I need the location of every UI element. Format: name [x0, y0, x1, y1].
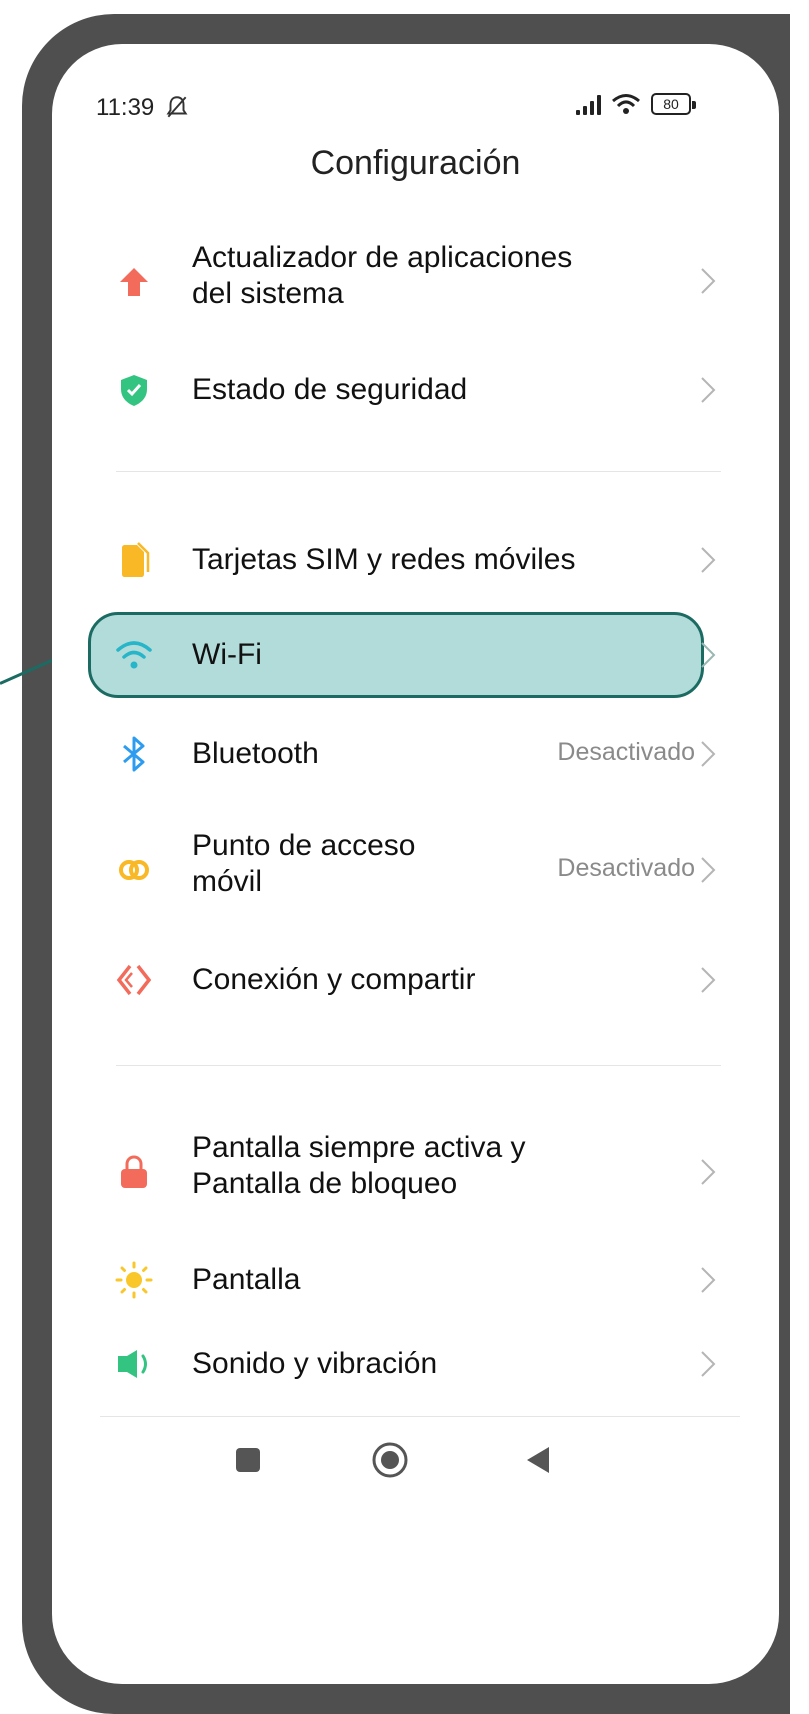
chevron-right-icon: [701, 642, 716, 668]
arrow-up-icon: [114, 262, 154, 302]
section-divider: [116, 471, 721, 472]
wifi-status-icon: [612, 94, 640, 114]
back-button[interactable]: [518, 1440, 558, 1480]
frame-edge: [790, 14, 809, 1714]
settings-item-label: Pantalla siempre activa y Pantalla de bl…: [192, 1131, 526, 1200]
chevron-right-icon: [701, 1267, 716, 1293]
settings-item-connection-sharing[interactable]: Conexión y compartir: [52, 950, 779, 1010]
settings-item-display[interactable]: Pantalla: [52, 1250, 779, 1310]
chevron-right-icon: [701, 741, 716, 767]
settings-item-label: Actualizador de aplicaciones del sistema: [192, 241, 573, 310]
settings-item-bluetooth[interactable]: Bluetooth Desactivado: [52, 724, 779, 784]
settings-item-label: Estado de seguridad: [192, 373, 468, 406]
status-icons: 80: [576, 92, 696, 116]
settings-item-label: Tarjetas SIM y redes móviles: [192, 543, 576, 576]
settings-item-sim-cards[interactable]: Tarjetas SIM y redes móviles: [52, 530, 779, 590]
settings-item-value: Desactivado: [557, 854, 695, 882]
chevron-right-icon: [701, 967, 716, 993]
settings-item-value: Desactivado: [557, 738, 695, 766]
recents-button[interactable]: [228, 1440, 268, 1480]
signal-icon: [576, 93, 601, 115]
settings-item-system-app-updater[interactable]: Actualizador de aplicaciones del sistema: [52, 240, 779, 324]
settings-item-always-on-lock-screen[interactable]: Pantalla siempre activa y Pantalla de bl…: [52, 1130, 779, 1214]
status-time: 11:39: [96, 94, 155, 121]
home-button[interactable]: [370, 1440, 410, 1480]
sun-icon: [114, 1260, 154, 1300]
bell-muted-icon: [166, 96, 188, 118]
settings-item-wifi[interactable]: Wi-Fi: [52, 624, 779, 686]
sim-card-icon: [114, 540, 154, 580]
lock-icon: [114, 1152, 154, 1192]
settings-item-label: Wi-Fi: [192, 638, 262, 671]
bluetooth-icon: [114, 734, 154, 774]
back-triangle-icon: [527, 1447, 549, 1473]
settings-item-label: Punto de acceso móvil: [192, 829, 416, 898]
chevron-right-icon: [701, 547, 716, 573]
settings-item-sound-vibration[interactable]: Sonido y vibración: [52, 1334, 779, 1394]
chevron-right-icon: [701, 1159, 716, 1185]
chevron-right-icon: [701, 857, 716, 883]
home-circle-icon: [372, 1442, 408, 1478]
settings-item-label: Bluetooth: [192, 737, 319, 770]
hotspot-icon: [114, 850, 154, 890]
recents-square-icon: [236, 1448, 260, 1472]
settings-item-label: Sonido y vibración: [192, 1347, 438, 1380]
section-divider: [116, 1065, 721, 1066]
settings-item-security-status[interactable]: Estado de seguridad: [52, 360, 779, 420]
chevron-right-icon: [701, 1351, 716, 1377]
chevron-right-icon: [701, 268, 716, 294]
connection-share-icon: [114, 960, 154, 1000]
shield-check-icon: [114, 370, 154, 410]
navbar-divider: [100, 1416, 740, 1417]
wifi-icon: [114, 635, 154, 675]
phone-screen: 11:39 80 Configuración Actualizador de a…: [52, 44, 779, 1684]
battery-indicator: 80: [651, 93, 696, 115]
settings-item-label: Conexión y compartir: [192, 963, 476, 996]
page-title: Configuración: [310, 144, 521, 182]
speaker-icon: [114, 1344, 154, 1384]
settings-item-hotspot[interactable]: Punto de acceso móvil Desactivado: [52, 828, 779, 912]
settings-item-label: Pantalla: [192, 1263, 301, 1296]
chevron-right-icon: [701, 377, 716, 403]
